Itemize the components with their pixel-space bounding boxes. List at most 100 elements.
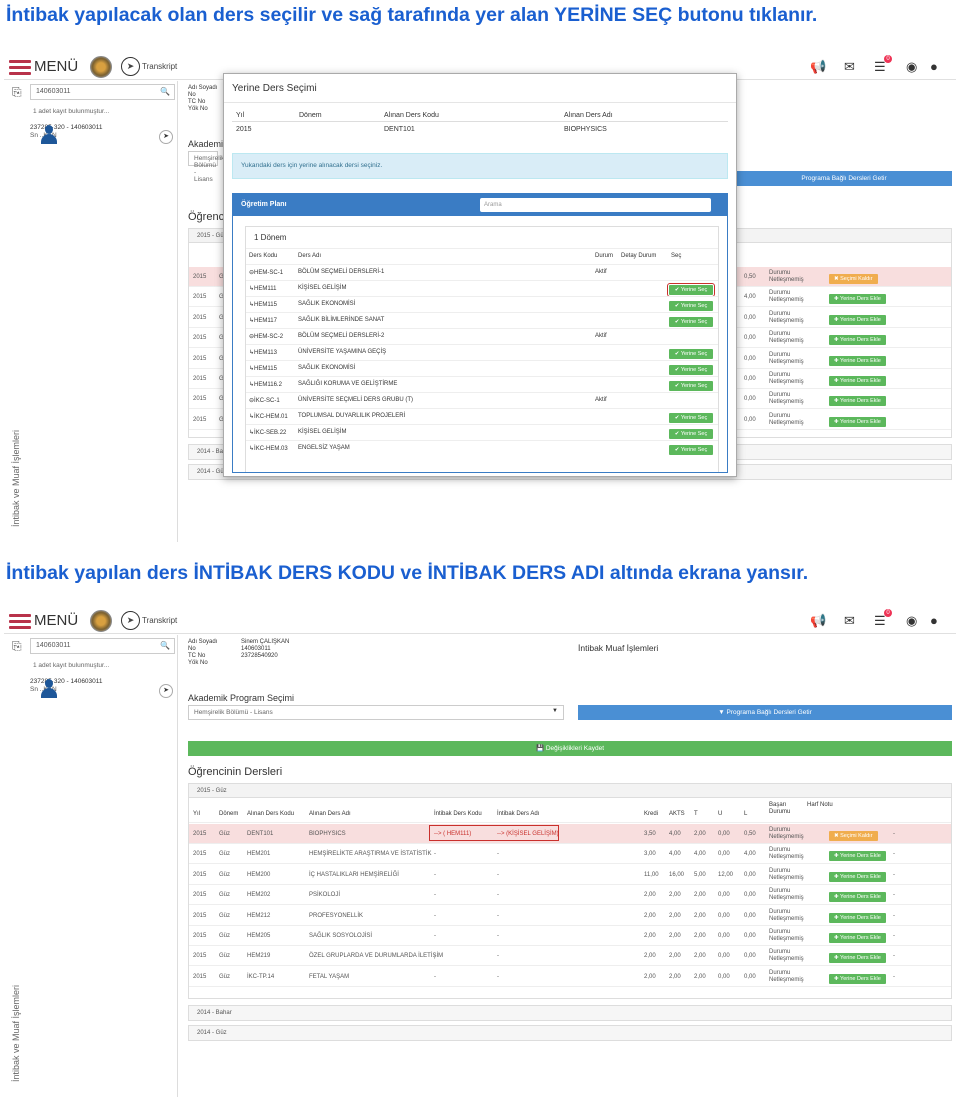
- curriculum-search-input[interactable]: Arama: [480, 198, 711, 212]
- student-search-input[interactable]: 140603011 🔍: [30, 638, 175, 654]
- course-cell: Durumu Netleşmemiş: [769, 969, 804, 983]
- program-select[interactable]: Hemşirelik Bölümü - Lisans: [188, 151, 224, 183]
- plan-course-name: SAĞLIK BİLİMLERİNDE SANAT: [298, 317, 385, 323]
- course-cell: Güz: [219, 871, 231, 878]
- add-replacement-course-button[interactable]: ✚ Yerine Ders Ekle: [829, 396, 886, 407]
- user-icon[interactable]: ●: [930, 59, 938, 74]
- collapsed-term-header[interactable]: 2014 - Güz: [188, 1025, 952, 1041]
- collapsed-term-header[interactable]: 2014 - Bahar: [188, 1005, 952, 1021]
- modal-value: BIOPHYSICS: [564, 126, 607, 133]
- course-cell: Durumu Netleşmemiş: [769, 827, 804, 840]
- transkript-button[interactable]: ➤ Transkript: [121, 57, 177, 77]
- divider: [224, 102, 736, 103]
- select-replacement-button[interactable]: ✔ Yerine Seç: [669, 317, 713, 327]
- program-select[interactable]: Hemşirelik Bölümü - Lisans ▼: [188, 705, 564, 720]
- select-replacement-button[interactable]: ✔ Yerine Seç: [669, 429, 713, 439]
- course-cell: 4,00: [669, 831, 681, 837]
- globe-icon[interactable]: ◉: [906, 613, 917, 629]
- megaphone-icon[interactable]: 📢: [810, 59, 826, 75]
- course-cell: -: [497, 912, 499, 919]
- add-replacement-course-button[interactable]: ✚ Yerine Ders Ekle: [829, 851, 886, 862]
- get-program-courses-button[interactable]: Programa Bağlı Dersleri Getir: [736, 171, 952, 186]
- select-replacement-button[interactable]: ✔ Yerine Seç: [669, 445, 713, 455]
- plan-course-status: Aktif: [595, 333, 607, 339]
- mail-icon[interactable]: ✉: [844, 613, 855, 629]
- user-icon[interactable]: ●: [930, 613, 938, 628]
- search-value: 140603011: [36, 88, 71, 95]
- globe-icon[interactable]: ◉: [906, 59, 917, 75]
- course-cell: 2015: [193, 314, 207, 321]
- student-search-input[interactable]: 140603011 🔍: [30, 84, 175, 100]
- add-replacement-course-button[interactable]: ✚ Yerine Ders Ekle: [829, 912, 886, 923]
- select-replacement-button[interactable]: ✔ Yerine Seç: [669, 301, 713, 311]
- search-icon[interactable]: 🔍: [160, 641, 170, 650]
- course-cell: 2015: [193, 416, 207, 423]
- megaphone-icon[interactable]: 📢: [810, 613, 826, 629]
- plan-course-row: ↳HEM113 ÜNİVERSİTE YAŞAMINA GEÇİŞ ✔ Yerine…: [246, 344, 718, 360]
- info-value: Sinem ÇALIŞKAN: [241, 639, 290, 645]
- info-label: Yök No: [188, 660, 208, 666]
- university-logo-icon: [90, 56, 112, 78]
- courses-section-title: Öğrencinin Dersleri: [188, 766, 283, 778]
- list-icon[interactable]: ☰ 0: [874, 609, 892, 629]
- student-info: Adı SoyadıNoTC NoYök NoSinem ÇALIŞKAN140…: [188, 85, 289, 113]
- info-values: Sinem ÇALIŞKAN14060301123728540920: [241, 639, 361, 660]
- plan-course-row: ↳İKC-HEM.03 ENGELSİZ YAŞAM ✔ Yerine Seç: [246, 440, 718, 456]
- course-cell: PSİKOLOJİ: [309, 892, 341, 899]
- hamburger-icon[interactable]: [9, 614, 31, 632]
- add-replacement-course-button[interactable]: ✚ Yerine Ders Ekle: [829, 355, 886, 366]
- column-header: Kredi: [644, 811, 659, 817]
- add-replacement-course-button[interactable]: ✚ Yerine Ders Ekle: [829, 314, 886, 325]
- course-cell: 0,00: [744, 376, 756, 382]
- select-replacement-button[interactable]: ✔ Yerine Seç: [669, 413, 713, 423]
- navigate-icon[interactable]: ➤: [159, 130, 173, 144]
- mail-icon[interactable]: ✉: [844, 59, 855, 75]
- course-cell: HEM202: [247, 892, 271, 899]
- course-cell: 0,00: [718, 892, 730, 899]
- course-cell: 2015: [193, 355, 207, 362]
- column-header: Yıl: [193, 811, 201, 817]
- get-program-courses-button[interactable]: ▼ Programa Bağlı Dersleri Getir: [578, 705, 952, 720]
- transkript-button[interactable]: ➤ Transkript: [121, 611, 177, 631]
- list-icon[interactable]: ☰ 0: [874, 55, 892, 75]
- term-header[interactable]: 2015 - Güz: [189, 784, 951, 798]
- remove-selection-button[interactable]: ✖ Seçimi Kaldır: [829, 274, 878, 284]
- course-cell: 2,00: [694, 831, 706, 837]
- course-cell: 2015: [193, 933, 207, 939]
- curriculum-header: Öğretim Planı Arama: [233, 194, 727, 216]
- select-replacement-button[interactable]: ✔ Yerine Seç: [669, 365, 713, 375]
- course-cell: Güz: [219, 892, 231, 899]
- column-header: Alınan Ders Adı: [309, 811, 351, 817]
- plan-course-row: ↳HEM115 SAĞLIK EKONOMİSİ ✔ Yerine Seç: [246, 360, 718, 376]
- clipboard-icon[interactable]: ⎘: [12, 639, 22, 654]
- add-replacement-course-button[interactable]: ✚ Yerine Ders Ekle: [829, 416, 886, 427]
- add-replacement-course-button[interactable]: ✚ Yerine Ders Ekle: [829, 376, 886, 386]
- select-replacement-button[interactable]: ✔ Yerine Seç: [669, 381, 713, 391]
- remove-selection-button[interactable]: ✖ Seçimi Kaldır: [829, 831, 878, 841]
- plan-column-header: Seç: [671, 253, 682, 259]
- course-row: 2015 Güz İKC-TP.14 FETAL YAŞAM - - 2,00 2,00 2,0…: [189, 967, 951, 987]
- add-replacement-course-button[interactable]: ✚ Yerine Ders Ekle: [829, 953, 886, 964]
- search-icon[interactable]: 🔍: [160, 87, 170, 96]
- add-replacement-course-button[interactable]: ✚ Yerine Ders Ekle: [829, 294, 886, 305]
- add-replacement-course-button[interactable]: ✚ Yerine Ders Ekle: [829, 871, 886, 882]
- add-replacement-course-button[interactable]: ✚ Yerine Ders Ekle: [829, 892, 886, 903]
- modal-value: DENT101: [384, 126, 415, 133]
- save-changes-button[interactable]: 💾 Değişiklikleri Kaydet: [188, 741, 952, 756]
- add-replacement-course-button[interactable]: ✚ Yerine Ders Ekle: [829, 933, 886, 943]
- menu-label[interactable]: MENÜ: [34, 612, 78, 629]
- column-header: İntibak Ders Adı: [497, 811, 540, 817]
- menu-label[interactable]: MENÜ: [34, 58, 78, 75]
- course-cell: Güz: [219, 831, 231, 837]
- navigate-icon[interactable]: ➤: [159, 684, 173, 698]
- add-replacement-course-button[interactable]: ✚ Yerine Ders Ekle: [829, 973, 886, 984]
- info-label: Adı Soyadı: [188, 85, 218, 91]
- select-replacement-button[interactable]: ✔ Yerine Seç: [667, 283, 715, 297]
- clipboard-icon[interactable]: ⎘: [12, 85, 22, 100]
- hamburger-icon[interactable]: [9, 60, 31, 78]
- select-replacement-button[interactable]: ✔ Yerine Seç: [669, 349, 713, 359]
- plan-course-name: ÜNİVERSİTE SEÇMELİ DERS GRUBU (T): [298, 397, 414, 403]
- course-cell: 2015: [193, 953, 207, 960]
- plan-course-code: ⊖İKC-SC-1: [249, 398, 280, 404]
- add-replacement-course-button[interactable]: ✚ Yerine Ders Ekle: [829, 335, 886, 346]
